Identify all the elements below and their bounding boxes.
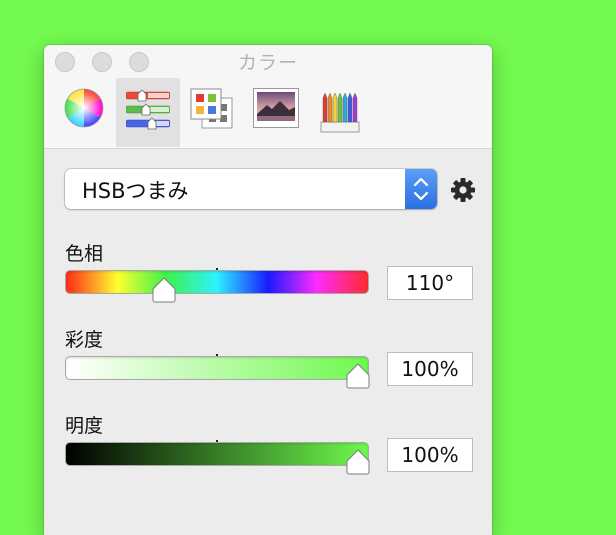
color-wheel-icon	[64, 88, 104, 128]
hue-slider[interactable]	[65, 270, 369, 294]
image-palette-icon	[253, 88, 299, 128]
brightness-slider-knob[interactable]	[344, 448, 372, 476]
saturation-slider[interactable]	[65, 356, 369, 380]
title-bar: カラー	[44, 45, 492, 149]
palettes-icon	[190, 88, 233, 129]
hue-label: 色相	[65, 243, 104, 265]
tab-color-palettes[interactable]	[180, 78, 244, 147]
sliders-icon	[126, 89, 170, 130]
hue-value-field[interactable]: 110°	[387, 266, 473, 300]
tab-pencils[interactable]	[308, 78, 372, 147]
mode-popup-value: HSBつまみ	[82, 179, 189, 203]
popup-stepper[interactable]	[405, 169, 437, 209]
saturation-value-field[interactable]: 100%	[387, 352, 473, 386]
saturation-label: 彩度	[65, 329, 104, 351]
stepper-icon	[413, 177, 429, 201]
mode-popup[interactable]: HSBつまみ	[65, 169, 437, 209]
pencils-icon	[320, 92, 360, 133]
tab-color-sliders[interactable]	[116, 78, 180, 147]
saturation-slider-knob[interactable]	[344, 362, 372, 390]
brightness-value-field[interactable]: 100%	[387, 438, 473, 472]
colors-window: カラー HSBつまみ 色相 110° 彩度 100% 明度 100%	[44, 45, 492, 535]
brightness-label: 明度	[65, 415, 104, 437]
settings-gear-button[interactable]	[450, 177, 476, 207]
gear-icon	[451, 178, 475, 202]
window-title: カラー	[237, 52, 298, 74]
hue-slider-knob[interactable]	[150, 276, 178, 304]
tab-color-wheel[interactable]	[52, 78, 116, 147]
brightness-slider[interactable]	[65, 442, 369, 466]
tab-image-palettes[interactable]	[244, 78, 308, 147]
